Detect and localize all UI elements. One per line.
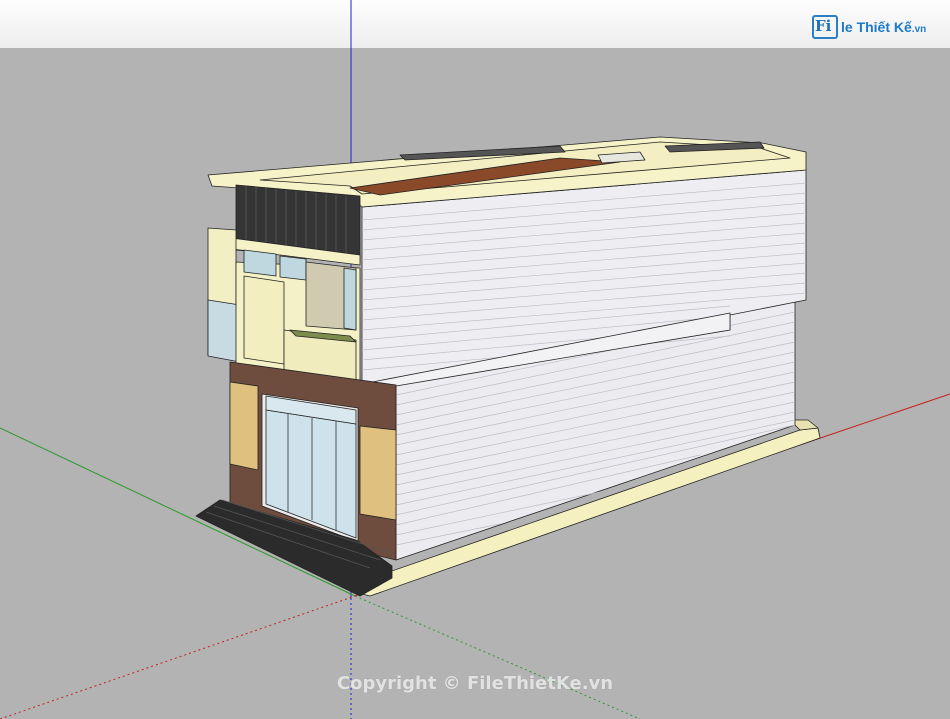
logo-mark-text: Fi	[815, 17, 832, 35]
scene-canvas[interactable]	[0, 0, 950, 719]
model-viewport[interactable]: Fi le Thiết Kế.vn Copyright © FileThietK…	[0, 0, 950, 719]
green-axis-dotted	[354, 595, 641, 719]
red-axis-dotted	[0, 595, 356, 719]
front-window-glass	[243, 249, 277, 277]
logo-suffix: .vn	[911, 24, 927, 35]
logo-name: le Thiết Kế	[841, 19, 912, 35]
stone-panel-left	[229, 381, 259, 471]
front-window-box	[243, 275, 285, 365]
balcony-glass-rail	[207, 299, 241, 363]
building-model[interactable]	[195, 136, 821, 597]
site-logo: Fi le Thiết Kế.vn	[812, 14, 926, 40]
side-window	[343, 267, 357, 331]
logo-text: le Thiết Kế.vn	[841, 19, 926, 35]
stone-panel-right	[359, 425, 397, 521]
front-window-glass-2	[279, 255, 307, 281]
logo-mark: Fi	[812, 15, 838, 39]
copyright-watermark: Copyright © FileThietKe.vn	[336, 673, 614, 694]
